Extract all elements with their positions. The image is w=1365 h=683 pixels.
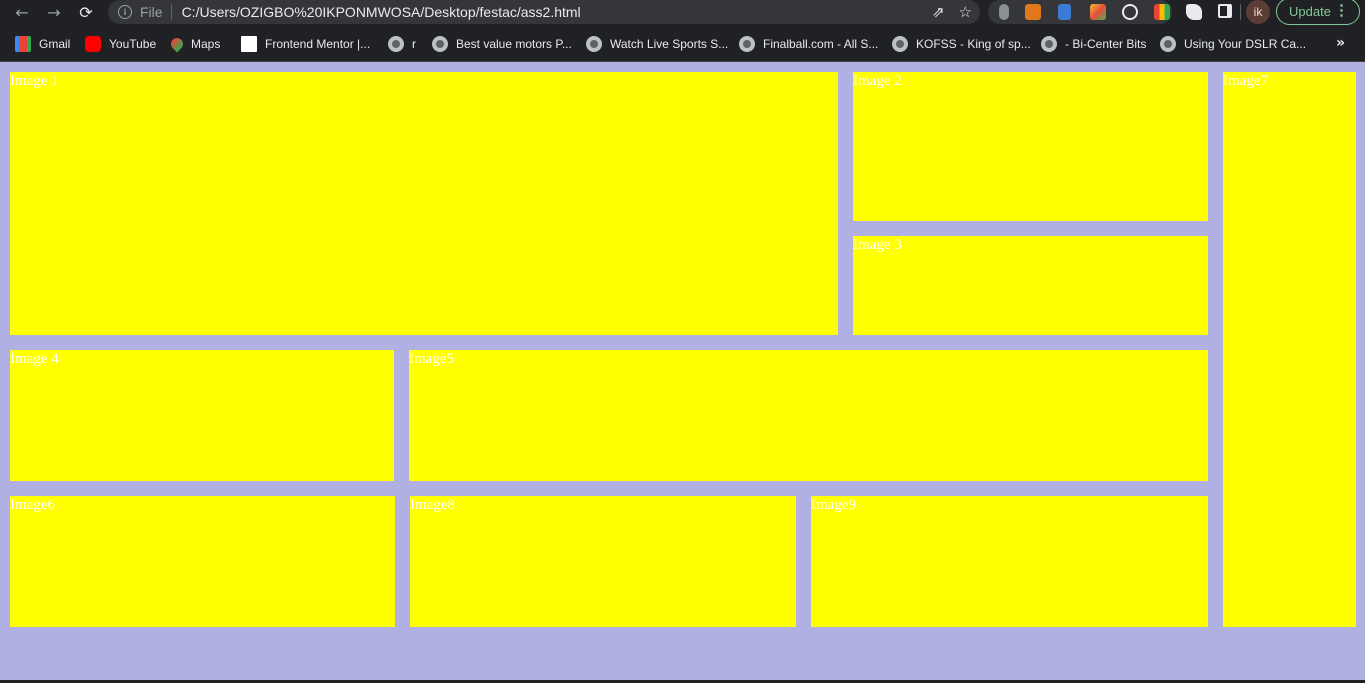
globe-icon	[739, 36, 755, 52]
tile-label: Image7	[1223, 73, 1268, 89]
share-icon[interactable]: ⇗	[932, 3, 945, 21]
globe-icon	[432, 36, 448, 52]
page-content: Image 1 Image 2 Image 3 Image 4 Image5 I…	[0, 62, 1365, 680]
bookmark-label: YouTube	[109, 37, 157, 51]
maps-icon	[168, 35, 186, 53]
globe-icon	[892, 36, 908, 52]
update-button[interactable]: Update ⋮	[1276, 0, 1360, 25]
bookmark-label: Using Your DSLR Ca...	[1184, 37, 1307, 51]
image-tile-5: Image5	[409, 350, 1208, 481]
globe-icon	[1041, 36, 1057, 52]
image-tile-8: Image8	[410, 496, 796, 627]
omnibox-divider	[170, 4, 172, 20]
tile-label: Image8	[410, 497, 455, 513]
info-icon[interactable]: i	[118, 5, 132, 19]
metamask-icon[interactable]	[1025, 4, 1041, 20]
tile-label: Image9	[811, 497, 856, 513]
bookmark-best-value-motors[interactable]: Best value motors P...	[432, 35, 572, 53]
bookmark-bi-center-bits[interactable]: - Bi-Center Bits	[1041, 35, 1146, 53]
reload-button[interactable]: ⟳	[74, 0, 98, 24]
bitwarden-icon[interactable]	[1058, 4, 1071, 20]
address-bar[interactable]: i File C:/Users/OZIGBO%20IKPONMWOSA/Desk…	[108, 0, 980, 24]
scheme-label: File	[140, 4, 163, 20]
bookmark-label: Best value motors P...	[456, 37, 572, 51]
image-tile-4: Image 4	[10, 350, 394, 481]
tile-label: Image5	[409, 351, 454, 367]
bookmark-label: - Bi-Center Bits	[1065, 37, 1147, 51]
bookmark-gmail[interactable]: Gmail	[15, 35, 70, 53]
bookmark-label: r	[412, 37, 416, 51]
image-tile-6: Image6	[10, 496, 395, 627]
bookmark-label: Finalball.com - All S...	[763, 37, 879, 51]
toolbar-divider	[1240, 4, 1241, 20]
extension-mic-icon[interactable]	[999, 4, 1009, 20]
bookmark-label: Frontend Mentor |...	[265, 37, 371, 51]
color-palette-icon[interactable]	[1154, 4, 1170, 20]
bookmark-kofss[interactable]: KOFSS - King of sp...	[892, 35, 1031, 53]
globe-icon	[388, 36, 404, 52]
bookmark-star-icon[interactable]: ☆	[959, 3, 972, 21]
youtube-icon	[85, 36, 101, 52]
more-menu-icon: ⋮	[1334, 2, 1349, 19]
bookmark-frontend-mentor[interactable]: Frontend Mentor |...	[241, 35, 370, 53]
bookmark-label: KOFSS - King of sp...	[916, 37, 1031, 51]
bookmark-dslr[interactable]: Using Your DSLR Ca...	[1160, 35, 1306, 53]
bookmark-label: Gmail	[39, 37, 71, 51]
image-tile-1: Image 1	[10, 72, 838, 335]
browser-toolbar: ← → ⟳ i File C:/Users/OZIGBO%20IKPONMWOS…	[0, 0, 1365, 28]
globe-icon	[1160, 36, 1176, 52]
bookmarks-overflow-icon[interactable]: »	[1336, 35, 1345, 51]
bookmark-maps[interactable]: Maps	[168, 35, 221, 53]
bookmark-r[interactable]: r	[388, 35, 416, 53]
frontend-mentor-icon	[241, 36, 257, 52]
image-tile-7: Image7	[1223, 72, 1356, 627]
tile-label: Image 3	[853, 237, 902, 253]
bookmark-label: Maps	[191, 37, 221, 51]
reload-icon: ⟳	[79, 2, 93, 22]
bookmark-label: Watch Live Sports S...	[610, 37, 729, 51]
tile-label: Image 4	[10, 351, 59, 367]
globe-icon	[586, 36, 602, 52]
side-panel-icon[interactable]	[1218, 4, 1232, 18]
forward-button[interactable]: →	[42, 0, 66, 24]
extension-colorful-icon[interactable]	[1090, 4, 1106, 20]
image-tile-9: Image9	[811, 496, 1208, 627]
tile-label: Image 1	[10, 73, 59, 89]
arrow-right-icon: →	[47, 2, 61, 22]
bookmarks-bar: Gmail YouTube Maps Frontend Mentor |... …	[0, 28, 1365, 62]
puzzle-icon[interactable]	[1186, 4, 1202, 20]
bookmark-youtube[interactable]: YouTube	[85, 35, 156, 53]
url-text[interactable]: C:/Users/OZIGBO%20IKPONMWOSA/Desktop/fes…	[182, 4, 581, 20]
react-devtools-icon[interactable]	[1122, 4, 1138, 20]
tile-label: Image6	[10, 497, 55, 513]
update-label: Update	[1289, 4, 1331, 19]
bookmark-finalball[interactable]: Finalball.com - All S...	[739, 35, 878, 53]
gmail-icon	[15, 36, 31, 52]
tile-label: Image 2	[853, 73, 902, 89]
bookmark-watch-live-sports[interactable]: Watch Live Sports S...	[586, 35, 728, 53]
profile-avatar[interactable]: ik	[1246, 0, 1270, 24]
extensions-area	[988, 0, 1172, 24]
image-tile-3: Image 3	[853, 236, 1208, 335]
arrow-left-icon: ←	[15, 2, 29, 22]
back-button[interactable]: ←	[10, 0, 34, 24]
image-tile-2: Image 2	[853, 72, 1208, 221]
